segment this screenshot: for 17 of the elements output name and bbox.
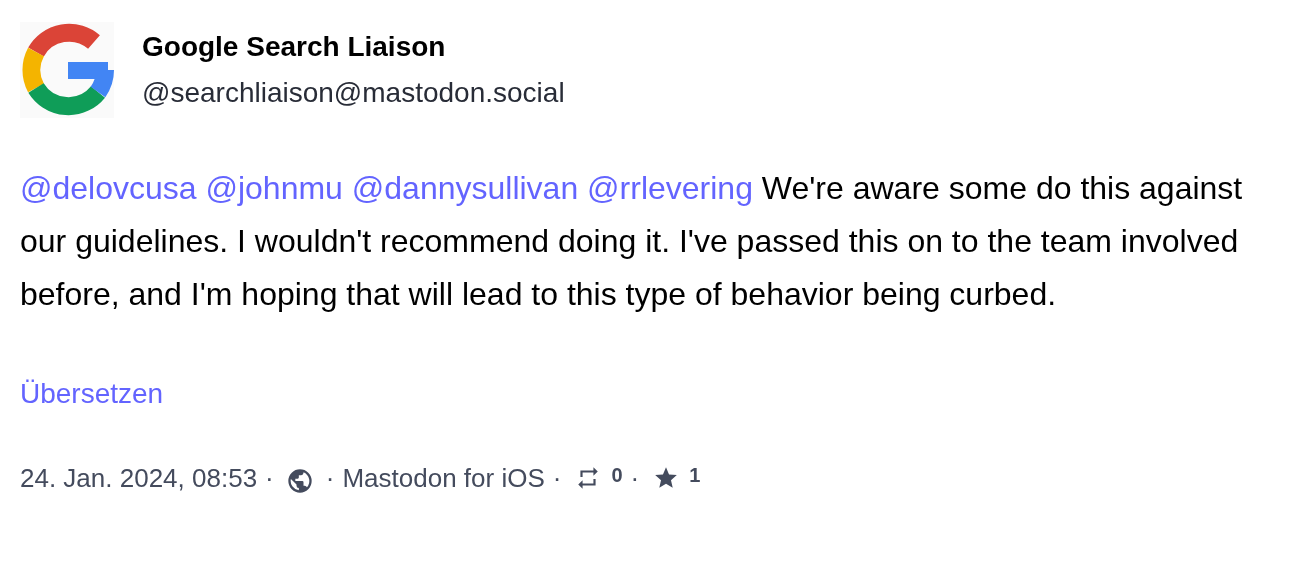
author-handle[interactable]: @searchliaison@mastodon.social	[142, 76, 565, 110]
count: 0	[611, 463, 623, 488]
post-text: @delovcusa @johnmu @dannysullivan @rrlevering We're aware some do this against our guidelines. I wouldn't recommend doing it. I've passed this on to the team involved before, and I'm hoping that will lead to this type of behavior being curbed.	[20, 169, 1244, 314]
post-date[interactable]: 24. Jan. 2024, 08:53	[20, 462, 258, 494]
separator-dot: ·	[630, 462, 640, 494]
mention-link[interactable]: @dannysullivan	[351, 170, 579, 206]
mention-link[interactable]: @rrlevering	[587, 170, 753, 206]
author-name[interactable]: Google Search Liaison	[142, 30, 565, 64]
count: 1	[689, 463, 701, 488]
separator-dot: ·	[552, 462, 562, 494]
globe-icon	[285, 467, 314, 495]
mention-link[interactable]: @johnmu	[205, 170, 343, 206]
translate-link[interactable]: Übersetzen	[20, 377, 164, 411]
mention-link[interactable]: @delovcusa	[20, 170, 197, 206]
app-link[interactable]: Mastodon for iOS	[342, 462, 545, 494]
separator-dot: ·	[265, 462, 274, 494]
separator-dot: ·	[325, 462, 335, 494]
